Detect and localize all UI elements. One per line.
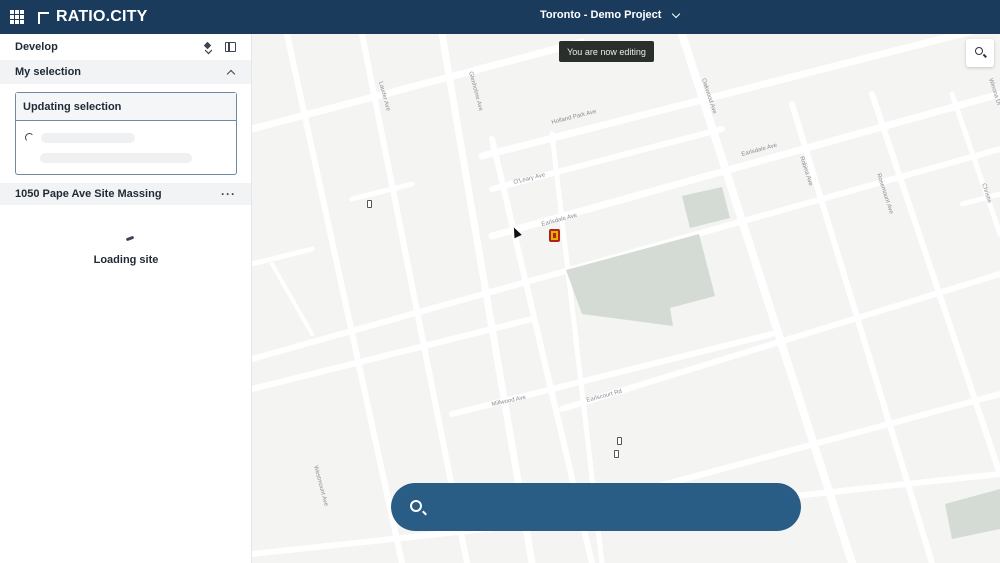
skeleton-line — [41, 133, 135, 143]
map-search-button[interactable] — [966, 39, 994, 67]
more-options-icon[interactable]: ··· — [221, 187, 236, 201]
sidebar: Develop My selection Updating selection … — [0, 34, 252, 563]
poi-icon[interactable] — [617, 437, 622, 445]
search-bar[interactable] — [391, 483, 801, 531]
street-label: Holland Park Ave — [551, 109, 598, 126]
chevron-down-icon — [672, 9, 681, 18]
my-selection-header[interactable]: My selection — [0, 60, 251, 84]
poi-icon[interactable] — [614, 450, 619, 458]
site-marker-icon[interactable] — [549, 229, 560, 242]
street-label: Glenholme Ave — [467, 71, 483, 112]
loading-text: Loading site — [93, 254, 159, 266]
layers-icon[interactable] — [203, 42, 213, 52]
sidebar-header: Develop — [0, 34, 251, 60]
site-row[interactable]: 1050 Pape Ave Site Massing ··· — [0, 183, 251, 205]
chevron-up-icon[interactable] — [226, 69, 236, 78]
street-label: O'Leary Ave — [513, 172, 547, 186]
spinner-icon — [25, 133, 34, 142]
logo[interactable]: RATIO.CITY — [38, 8, 147, 26]
poi-icon[interactable] — [367, 200, 372, 208]
app-grid-icon[interactable] — [10, 10, 24, 24]
street-label: Earlscourt Rd — [586, 389, 623, 404]
project-name: Toronto - Demo Project — [540, 9, 662, 21]
section-title: Develop — [15, 41, 58, 53]
panel-toggle-icon[interactable] — [225, 42, 236, 52]
editing-tooltip: You are now editing — [559, 41, 654, 62]
search-icon — [410, 500, 422, 512]
street-label: Winona Dr — [987, 78, 1000, 107]
selection-title: My selection — [15, 66, 82, 78]
logo-text: RATIO.CITY — [56, 8, 148, 25]
street-label: Westmount Ave — [312, 465, 329, 508]
updating-selection-card: Updating selection — [15, 92, 237, 175]
top-bar: RATIO.CITY Toronto - Demo Project — [0, 0, 1000, 34]
updating-selection-title: Updating selection — [16, 93, 236, 121]
logo-mark-icon — [38, 12, 49, 24]
site-name: 1050 Pape Ave Site Massing — [15, 188, 162, 200]
loading-icon — [125, 235, 135, 242]
skeleton-line — [40, 153, 192, 163]
search-icon — [975, 47, 983, 55]
project-selector[interactable]: Toronto - Demo Project — [540, 9, 681, 21]
updating-selection-body — [16, 121, 236, 175]
